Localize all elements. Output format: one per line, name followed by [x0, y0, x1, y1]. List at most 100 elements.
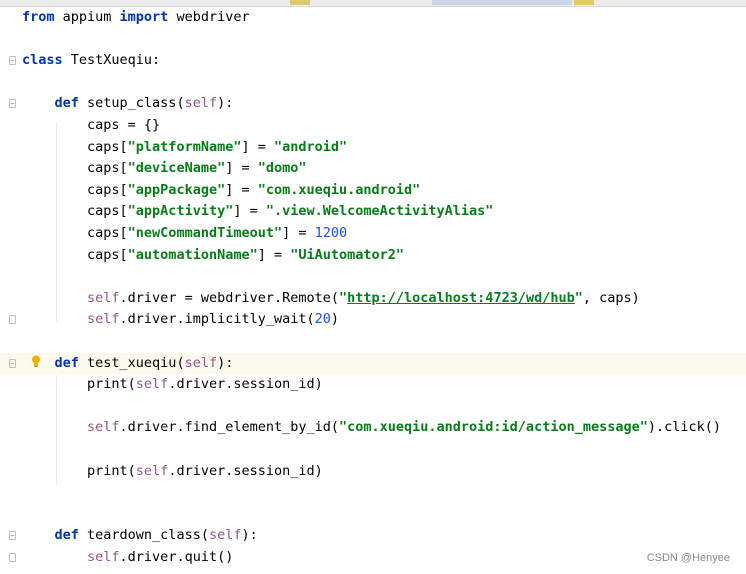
code-line[interactable]: self.driver = webdriver.Remote("http://l…: [0, 288, 746, 310]
code-token: .driver.quit(): [119, 549, 234, 565]
code-token: "UiAutomator2": [290, 246, 405, 263]
active-tab-marker[interactable]: [432, 0, 572, 5]
code-token: caps[: [22, 181, 128, 198]
code-line[interactable]: [0, 504, 746, 526]
code-line[interactable]: print(self.driver.session_id): [0, 374, 746, 396]
indent-guide: [56, 122, 57, 322]
fold-marker-icon[interactable]: [9, 56, 16, 66]
code-line[interactable]: class TestXueqiu:: [0, 50, 746, 72]
code-token: self: [87, 311, 120, 328]
code-text[interactable]: caps["appPackage"] = "com.xueqiu.android…: [22, 180, 420, 202]
code-token: ".view.WelcomeActivityAlias": [265, 203, 494, 220]
code-line[interactable]: def setup_class(self):: [0, 93, 746, 115]
code-line[interactable]: [0, 29, 746, 51]
code-token: "domo": [257, 160, 307, 177]
code-line[interactable]: from appium import webdriver: [0, 7, 746, 29]
code-line[interactable]: [0, 439, 746, 461]
code-line[interactable]: [0, 266, 746, 288]
code-token: .driver = webdriver.Remote(: [119, 289, 339, 306]
code-token: self: [87, 419, 120, 436]
code-line[interactable]: self.driver.find_element_by_id("com.xueq…: [0, 417, 746, 439]
code-token: ] =: [233, 203, 266, 220]
code-line[interactable]: [0, 396, 746, 418]
code-text[interactable]: def test_xueqiu(self):: [22, 353, 234, 375]
code-token: import: [119, 9, 169, 25]
code-line[interactable]: [0, 482, 746, 504]
code-token: caps[: [22, 246, 128, 263]
tab-marker: [290, 0, 310, 5]
code-text[interactable]: self.driver.find_element_by_id("com.xueq…: [22, 417, 721, 439]
code-line[interactable]: [0, 331, 746, 353]
code-line[interactable]: self.driver.quit(): [0, 547, 746, 569]
code-token: from: [22, 9, 55, 25]
code-token: ): [330, 311, 340, 328]
code-token: "newCommandTimeout": [127, 225, 283, 241]
code-line[interactable]: caps["automationName"] = "UiAutomator2": [0, 245, 746, 267]
code-token: caps[: [22, 203, 128, 220]
code-text[interactable]: caps["deviceName"] = "domo": [22, 158, 307, 180]
code-text[interactable]: self.driver = webdriver.Remote("http://l…: [22, 288, 640, 310]
code-token: self: [135, 462, 169, 479]
code-token: .driver.find_element_by_id(: [119, 419, 339, 436]
code-text[interactable]: caps["automationName"] = "UiAutomator2": [22, 245, 404, 267]
fold-marker-icon[interactable]: [9, 358, 16, 368]
code-text[interactable]: caps["appActivity"] = ".view.WelcomeActi…: [22, 201, 493, 223]
code-line[interactable]: print(self.driver.session_id): [0, 461, 746, 483]
tab-marker: [574, 0, 594, 5]
fold-marker-icon[interactable]: [9, 99, 16, 109]
code-token: print(: [22, 376, 136, 393]
code-token: "deviceName": [127, 160, 226, 177]
code-token: ):: [241, 527, 258, 544]
code-line[interactable]: caps = {}: [0, 115, 746, 137]
code-line[interactable]: def teardown_class(self):: [0, 525, 746, 547]
watermark: CSDN @Henyee: [646, 552, 730, 564]
code-token: def: [54, 95, 79, 112]
code-token: teardown_class(: [78, 527, 209, 544]
code-token: caps = {}: [22, 117, 161, 133]
code-token: ):: [217, 95, 234, 112]
code-token: "platformName": [127, 138, 242, 155]
code-token: "com.xueqiu.android:id/action_message": [339, 419, 648, 436]
code-token: ] =: [225, 181, 258, 198]
code-token: http://localhost:4723/wd/hub: [347, 289, 575, 306]
code-line[interactable]: caps["appActivity"] = ".view.WelcomeActi…: [0, 201, 746, 223]
code-token: appium: [54, 9, 120, 25]
code-text[interactable]: from appium import webdriver: [22, 7, 250, 29]
code-line[interactable]: caps["newCommandTimeout"] = 1200: [0, 223, 746, 245]
code-line[interactable]: [0, 72, 746, 94]
code-line[interactable]: caps["deviceName"] = "domo": [0, 158, 746, 180]
code-token: caps[: [22, 225, 128, 241]
code-token: def: [54, 527, 79, 544]
code-token: "appActivity": [127, 203, 234, 220]
code-token: self: [184, 95, 218, 112]
fold-marker-icon[interactable]: [9, 315, 16, 325]
editor-tab-strip[interactable]: [0, 0, 746, 7]
code-text[interactable]: self.driver.quit(): [22, 547, 233, 569]
code-text[interactable]: caps = {}: [22, 115, 160, 137]
code-text[interactable]: caps["platformName"] = "android": [22, 137, 347, 159]
code-line[interactable]: self.driver.implicitly_wait(20): [0, 309, 746, 331]
code-token: ] =: [282, 225, 315, 241]
code-editor[interactable]: from appium import webdriver class TestXu…: [0, 0, 746, 574]
code-text[interactable]: print(self.driver.session_id): [22, 461, 323, 483]
fold-marker-icon[interactable]: [9, 553, 16, 562]
code-token: 20: [314, 311, 331, 328]
code-token: self: [184, 354, 218, 371]
code-text[interactable]: self.driver.implicitly_wait(20): [22, 309, 339, 331]
code-token: webdriver: [168, 9, 250, 25]
code-text[interactable]: def teardown_class(self):: [22, 525, 258, 547]
code-token: .driver.session_id): [168, 462, 323, 479]
code-token: TestXueqiu:: [62, 52, 161, 69]
code-line[interactable]: caps["platformName"] = "android": [0, 137, 746, 159]
code-text[interactable]: class TestXueqiu:: [22, 50, 160, 72]
code-text[interactable]: def setup_class(self):: [22, 93, 234, 115]
code-text[interactable]: caps["newCommandTimeout"] = 1200: [22, 223, 347, 245]
code-line[interactable]: def test_xueqiu(self):: [0, 352, 746, 375]
code-line[interactable]: caps["appPackage"] = "com.xueqiu.android…: [0, 180, 746, 202]
code-text[interactable]: print(self.driver.session_id): [22, 374, 323, 396]
lightbulb-icon[interactable]: [31, 355, 41, 367]
fold-marker-icon[interactable]: [9, 531, 16, 541]
